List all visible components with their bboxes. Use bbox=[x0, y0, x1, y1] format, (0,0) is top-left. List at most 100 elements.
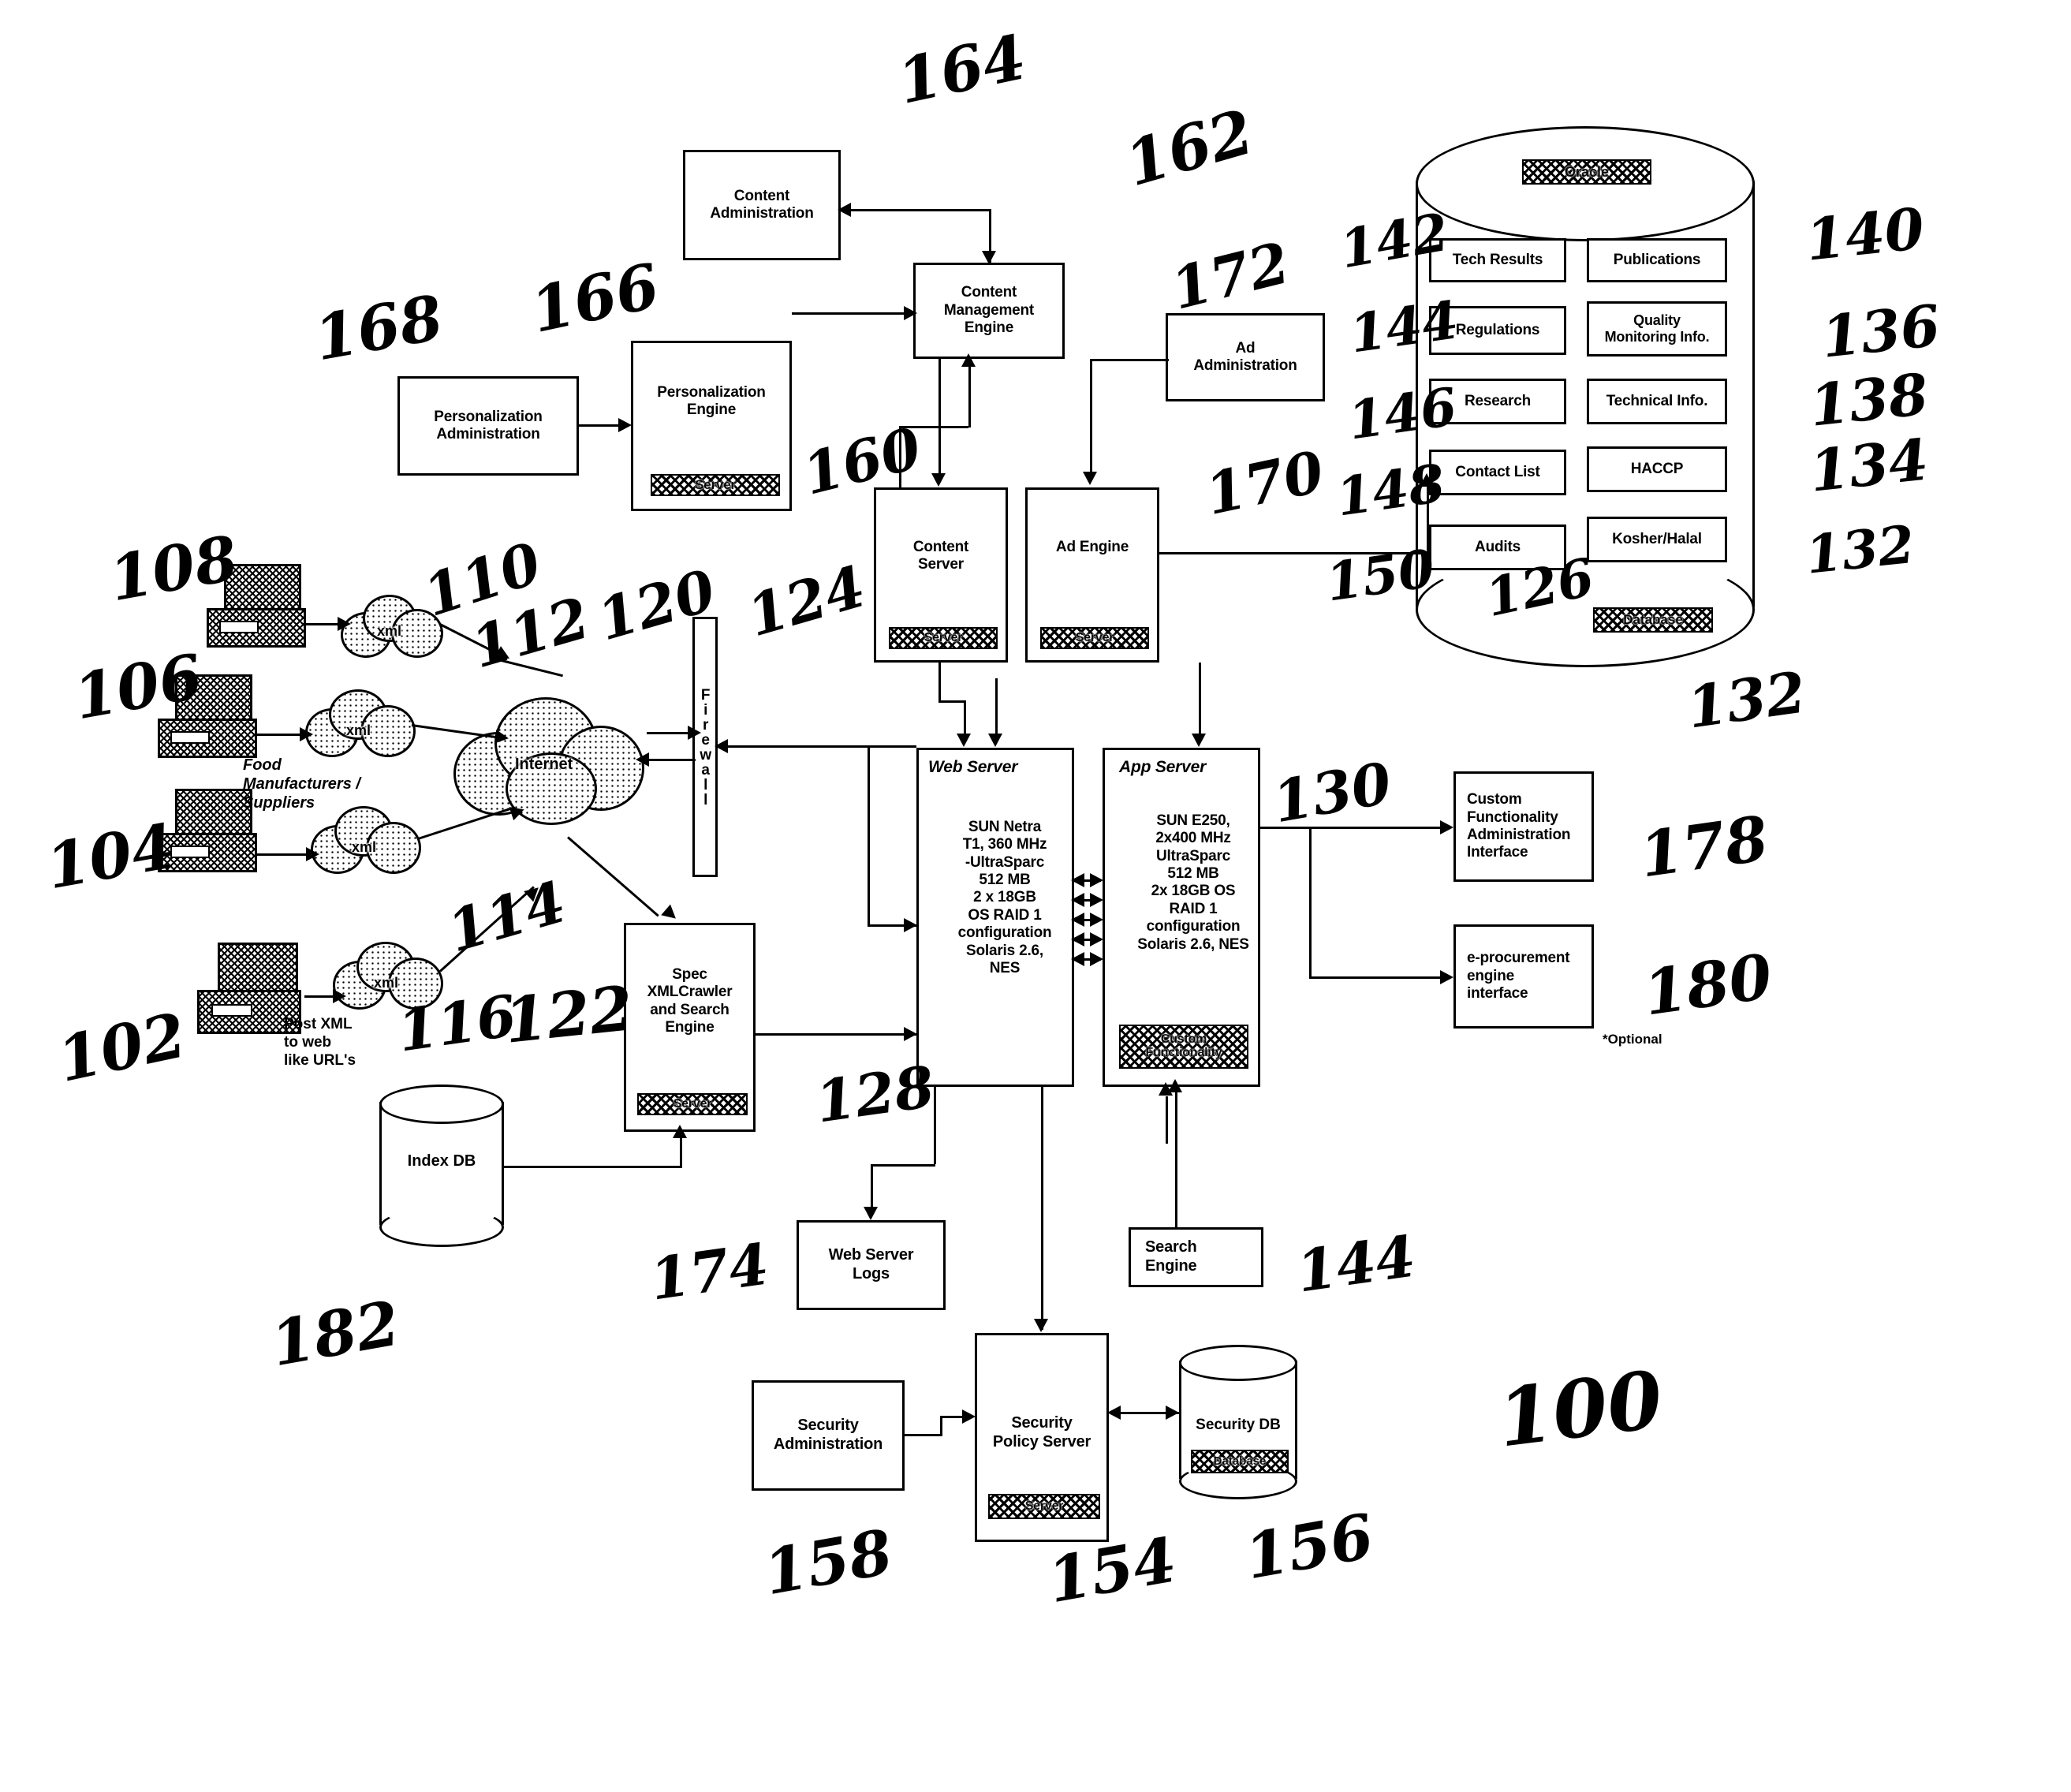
db-box-contact-list-label: Contact List bbox=[1455, 463, 1540, 480]
arrowhead bbox=[988, 734, 1002, 747]
security-policy-server-tag: Server bbox=[988, 1494, 1100, 1519]
workstation-drive-slot-icon bbox=[170, 846, 210, 858]
arrowhead bbox=[904, 1027, 917, 1041]
reference-numeral-180: 180 bbox=[1639, 940, 1777, 1030]
reference-numeral-128: 128 bbox=[812, 1052, 938, 1136]
ad-engine-server-tag-label: Server bbox=[1075, 630, 1114, 644]
reference-numeral-178: 178 bbox=[1635, 802, 1773, 892]
workstation-drive-slot-icon bbox=[211, 1004, 252, 1017]
reference-numeral-144: 144 bbox=[1293, 1222, 1420, 1305]
arrowhead bbox=[1090, 952, 1103, 966]
connector bbox=[968, 364, 971, 427]
web-server-title: Web Server bbox=[928, 758, 1018, 776]
db-box-quality-monitoring[interactable]: Quality Monitoring Info. bbox=[1587, 301, 1727, 357]
xml-cloud-label: xml bbox=[352, 839, 377, 855]
arrowhead bbox=[1166, 1406, 1179, 1420]
app-server-custom-functionality-tag: Custom Functionality bbox=[1119, 1025, 1248, 1069]
app-server-box[interactable]: App Server SUN E250, 2x400 MHz UltraSpar… bbox=[1103, 748, 1260, 1087]
db-box-contact-list[interactable]: Contact List bbox=[1429, 450, 1566, 495]
connector bbox=[1309, 827, 1312, 976]
arrowhead bbox=[1192, 734, 1206, 747]
security-db-top bbox=[1179, 1345, 1297, 1381]
arrowhead bbox=[1090, 932, 1103, 946]
connector bbox=[938, 700, 964, 703]
arrowhead bbox=[1440, 820, 1453, 834]
content-management-engine-label: Content Management Engine bbox=[943, 284, 1035, 337]
arrowhead bbox=[1034, 1319, 1048, 1332]
db-box-kosher-halal[interactable]: Kosher/Halal bbox=[1587, 517, 1727, 562]
custom-functionality-label: Custom Functionality Administration Inte… bbox=[1467, 791, 1571, 861]
personalization-server-tag: Server bbox=[651, 474, 780, 496]
content-administration-box[interactable]: Content Administration bbox=[683, 150, 841, 260]
connector bbox=[871, 1164, 935, 1167]
oracle-tag-label: Oracle bbox=[1564, 163, 1610, 180]
arrowhead bbox=[1071, 952, 1084, 966]
db-box-haccp[interactable]: HACCP bbox=[1587, 446, 1727, 492]
oracle-database-tag-label: Database bbox=[1623, 612, 1683, 628]
ad-administration-box[interactable]: Ad Administration bbox=[1166, 313, 1325, 401]
arrowhead bbox=[338, 617, 351, 631]
reference-numeral-132: 132 bbox=[1802, 513, 1918, 586]
web-server-logs-label: Web Server Logs bbox=[828, 1246, 914, 1282]
db-box-technical-info[interactable]: Technical Info. bbox=[1587, 379, 1727, 424]
content-management-engine-box[interactable]: Content Management Engine bbox=[913, 263, 1065, 359]
post-xml-caption: Post XML to web like URL's bbox=[284, 1016, 356, 1069]
spec-crawler-server-tag: Server bbox=[637, 1093, 748, 1115]
spec-crawler-server-tag-label: Server bbox=[673, 1096, 712, 1111]
arrowhead bbox=[957, 734, 971, 747]
security-policy-server-box[interactable]: Security Policy Server Server bbox=[975, 1333, 1109, 1542]
reference-numeral-168: 168 bbox=[309, 282, 449, 375]
arrowhead bbox=[1071, 873, 1084, 887]
personalization-administration-box[interactable]: Personalization Administration bbox=[397, 376, 579, 476]
internet-cloud: Internet bbox=[453, 694, 644, 825]
arrowhead bbox=[494, 729, 510, 746]
connector bbox=[868, 745, 870, 927]
xml-cloud-label: xml bbox=[377, 623, 402, 639]
workstation-drive-slot-icon bbox=[170, 731, 210, 744]
connector bbox=[1041, 1087, 1043, 1330]
oracle-tag: Oracle bbox=[1522, 159, 1651, 185]
ad-engine-box[interactable]: Ad Engine Server bbox=[1025, 487, 1159, 663]
arrowhead bbox=[618, 418, 632, 432]
arrowhead bbox=[1090, 873, 1103, 887]
xml-cloud-label: xml bbox=[374, 975, 399, 991]
security-db-label: Security DB bbox=[1196, 1417, 1281, 1433]
content-server-label: Content Server bbox=[912, 539, 969, 573]
reference-numeral-166: 166 bbox=[524, 250, 666, 348]
ad-engine-server-tag: Server bbox=[1040, 627, 1149, 649]
db-box-kosher-halal-label: Kosher/Halal bbox=[1612, 530, 1702, 547]
connector bbox=[995, 678, 998, 741]
search-engine-label: Search Engine bbox=[1145, 1238, 1197, 1275]
reference-numeral-124: 124 bbox=[740, 552, 873, 650]
db-box-publications[interactable]: Publications bbox=[1587, 238, 1727, 282]
web-server-logs-box[interactable]: Web Server Logs bbox=[797, 1220, 946, 1310]
eprocurement-box[interactable]: e-procurement engine interface bbox=[1453, 924, 1594, 1029]
web-server-box[interactable]: Web Server SUN Netra T1, 360 MHz -UltraS… bbox=[916, 748, 1074, 1087]
connector bbox=[680, 1136, 682, 1167]
arrowhead bbox=[1071, 893, 1084, 907]
arrowhead bbox=[904, 306, 917, 320]
reference-numeral-172: 172 bbox=[1164, 228, 1297, 323]
eprocurement-label: e-procurement engine interface bbox=[1467, 950, 1570, 1002]
connector bbox=[938, 663, 941, 700]
security-administration-box[interactable]: Security Administration bbox=[752, 1380, 905, 1491]
personalization-engine-box[interactable]: Personalization Engine Server bbox=[631, 341, 792, 511]
connector bbox=[647, 759, 696, 761]
content-server-tag: Server bbox=[889, 627, 998, 649]
security-db-database-tag-label: Database bbox=[1213, 1454, 1267, 1469]
reference-numeral-114: 114 bbox=[440, 868, 573, 965]
arrowhead bbox=[715, 739, 728, 753]
connector bbox=[257, 734, 306, 736]
custom-functionality-box[interactable]: Custom Functionality Administration Inte… bbox=[1453, 771, 1594, 882]
connector bbox=[718, 745, 916, 748]
reference-numeral-182: 182 bbox=[266, 1287, 405, 1381]
content-server-box[interactable]: Content Server Server bbox=[874, 487, 1008, 663]
firewall-label: Firewall bbox=[697, 687, 715, 807]
arrowhead bbox=[1090, 893, 1103, 907]
arrowhead bbox=[1071, 932, 1084, 946]
search-engine-box[interactable]: Search Engine bbox=[1129, 1227, 1263, 1287]
connector bbox=[1166, 1096, 1168, 1144]
connector bbox=[1199, 663, 1201, 741]
spec-xml-crawler-box[interactable]: Spec XMLCrawler and Search Engine Server bbox=[624, 923, 756, 1132]
arrowhead bbox=[1083, 472, 1097, 485]
